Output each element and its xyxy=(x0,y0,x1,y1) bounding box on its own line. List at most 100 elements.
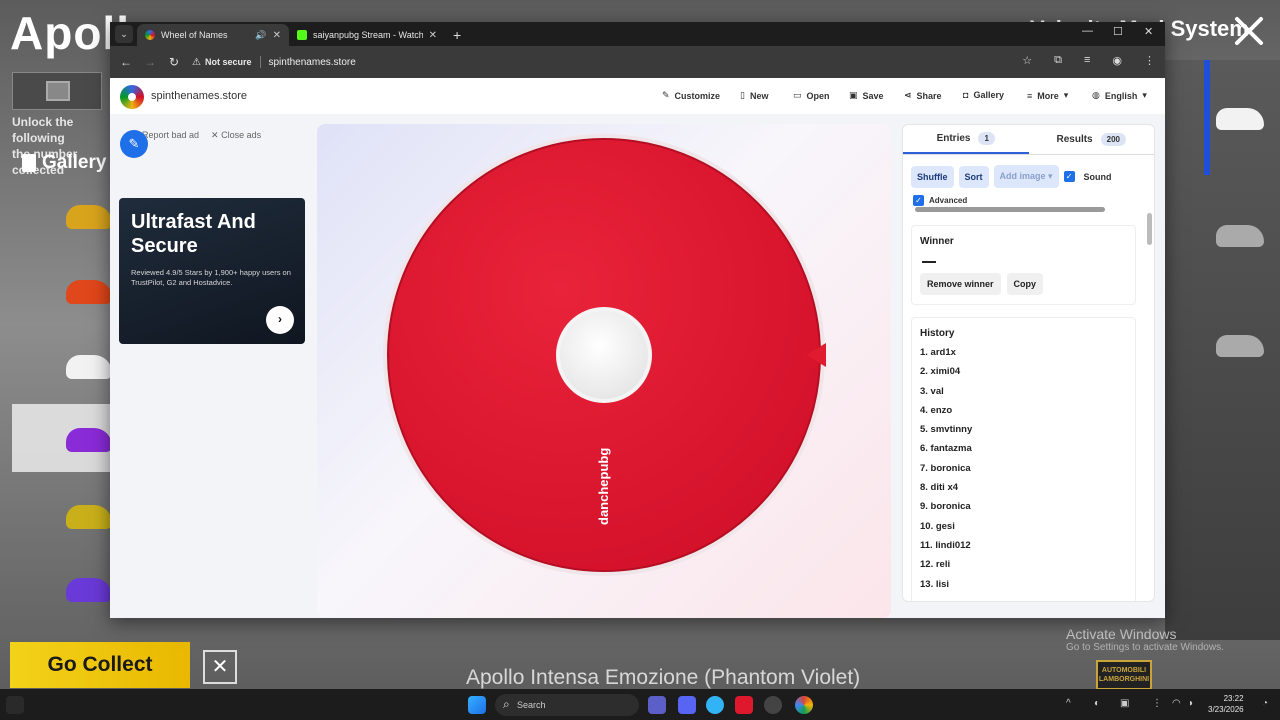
divider xyxy=(259,56,261,68)
taskbar-search-input[interactable]: Search xyxy=(495,694,639,716)
game-gallery-button[interactable]: Gallery xyxy=(22,152,106,174)
media-control-icon[interactable]: ≡ xyxy=(1084,54,1090,67)
shuffle-button[interactable]: Shuffle xyxy=(911,165,954,188)
extensions-icon[interactable]: ⧉ xyxy=(1054,54,1062,67)
menu-save[interactable]: ▣ Save xyxy=(849,90,884,101)
car-thumbnail[interactable] xyxy=(66,205,112,229)
reload-icon[interactable]: ↻ xyxy=(162,55,186,69)
teams-icon[interactable] xyxy=(648,696,666,714)
tray-chevron-icon[interactable]: ^ xyxy=(1066,698,1071,709)
tab-kick-stream[interactable]: saiyanpubg Stream - Watch Live ✕ xyxy=(289,24,445,46)
advanced-checkbox[interactable]: ✓ xyxy=(913,195,924,206)
tab-label: saiyanpubg Stream - Watch Live xyxy=(313,30,423,40)
close-window-icon[interactable]: ✕ xyxy=(1144,25,1153,38)
browser-menu-icon[interactable]: ⋮ xyxy=(1144,54,1155,67)
ad-arrow-icon[interactable]: › xyxy=(266,306,294,334)
go-collect-button[interactable]: Go Collect xyxy=(10,642,190,688)
back-icon[interactable]: ← xyxy=(114,55,138,69)
history-item: 13. lisi xyxy=(920,578,950,590)
globe-icon: ◍ xyxy=(1092,90,1100,100)
close-ads-link[interactable]: ✕ Close ads xyxy=(211,130,261,141)
car-thumbnail[interactable] xyxy=(66,280,112,304)
menu-label: Gallery xyxy=(973,90,1004,100)
scrollbar-thumb[interactable] xyxy=(1147,213,1152,245)
site-name[interactable]: spinthenames.store xyxy=(151,90,247,102)
advanced-option[interactable]: ✓ Advanced xyxy=(913,195,967,206)
minimize-icon[interactable]: — xyxy=(1082,25,1093,37)
close-tab-icon[interactable]: ✕ xyxy=(429,30,437,41)
windows-start-icon[interactable] xyxy=(468,696,486,714)
car-thumbnail[interactable] xyxy=(1216,225,1264,247)
menu-new[interactable]: ▯ New xyxy=(740,90,768,101)
menu-more[interactable]: ≡ More ▾ xyxy=(1027,90,1068,101)
tab-entries[interactable]: Entries 1 xyxy=(903,125,1029,154)
close-tab-icon[interactable]: ✕ xyxy=(273,30,281,41)
spin-wheel[interactable]: danchepubg xyxy=(382,133,826,577)
wifi-icon[interactable]: ◠ xyxy=(1172,698,1181,709)
volume-icon[interactable]: ◗ xyxy=(1188,698,1194,709)
security-chip[interactable]: ⚠ Not secure xyxy=(192,57,252,68)
brand-logo: AUTOMOBILI LAMBORGHINI xyxy=(1096,660,1152,690)
edit-pencil-icon[interactable]: ✎ xyxy=(120,130,148,158)
maximize-icon[interactable]: ☐ xyxy=(1113,25,1123,38)
tray-icon[interactable]: ▣ xyxy=(1120,698,1129,709)
add-image-button[interactable]: Add image ▾ xyxy=(993,165,1059,188)
microphone-icon[interactable]: ⋮ xyxy=(1152,698,1162,709)
car-thumbnail[interactable] xyxy=(1216,335,1264,357)
bookmark-star-icon[interactable]: ☆ xyxy=(1022,54,1032,67)
history-item: 8. diti x4 xyxy=(920,482,959,494)
results-count-badge: 200 xyxy=(1100,133,1126,146)
gift-icon[interactable] xyxy=(12,72,102,110)
menu-share[interactable]: ⋖ Share xyxy=(904,90,942,101)
chrome-icon[interactable] xyxy=(795,696,813,714)
tools-icon[interactable]: ✕ xyxy=(203,650,237,684)
site-logo-icon[interactable] xyxy=(120,85,144,109)
discord-icon[interactable] xyxy=(678,696,696,714)
menu-customize[interactable]: ✎ Customize xyxy=(662,90,720,101)
activate-windows-title: Activate Windows xyxy=(1066,626,1177,642)
tab-wheel-of-names[interactable]: Wheel of Names 🔊 ✕ xyxy=(137,24,289,46)
share-icon: ⋖ xyxy=(904,90,912,100)
wheel-hub[interactable] xyxy=(556,307,652,403)
profile-icon[interactable]: ◉ xyxy=(1112,54,1122,67)
game-gallery-label: Gallery xyxy=(42,152,107,173)
menu-open[interactable]: ▭ Open xyxy=(793,90,830,101)
tiktok-icon[interactable] xyxy=(735,696,753,714)
sound-checkbox[interactable]: ✓ xyxy=(1063,171,1075,182)
app-icon[interactable] xyxy=(706,696,724,714)
url-input[interactable]: spinthenames.store xyxy=(269,57,356,68)
menu-language[interactable]: ◍ English ▾ xyxy=(1092,90,1147,101)
side-panel: Entries 1 Results 200 Shuffle Sort Add i… xyxy=(902,124,1155,602)
notifications-icon[interactable]: ◔ xyxy=(1262,698,1268,709)
tab-results[interactable]: Results 200 xyxy=(1029,125,1155,154)
game-close-icon[interactable] xyxy=(1232,14,1266,48)
report-ad-link[interactable]: Report bad ad xyxy=(142,130,199,141)
forward-icon[interactable]: → xyxy=(138,55,162,69)
car-thumbnail[interactable] xyxy=(66,505,112,529)
car-thumbnail[interactable] xyxy=(1216,108,1264,130)
car-thumbnail[interactable] xyxy=(66,355,112,379)
car-thumbnail[interactable] xyxy=(66,578,112,602)
sort-button[interactable]: Sort xyxy=(958,165,989,188)
steam-icon[interactable] xyxy=(764,696,782,714)
tray-app-icon[interactable]: ◐ xyxy=(1094,698,1100,709)
new-tab-icon[interactable]: + xyxy=(453,27,461,43)
windows-taskbar: Search ^ ◐ ▣ ⋮ ◠ ◗ 23:22 3/23/2026 ◔ xyxy=(0,689,1280,720)
tab-search-icon[interactable]: ⌄ xyxy=(115,25,133,43)
menu-gallery[interactable]: ◘ Gallery xyxy=(963,90,1004,100)
history-item: 9. boronica xyxy=(920,501,971,513)
panel-icon[interactable] xyxy=(6,696,24,714)
panel-scrollbar[interactable] xyxy=(1147,155,1152,601)
winner-title: Winner xyxy=(920,236,954,247)
remove-winner-button[interactable]: Remove winner xyxy=(920,273,1001,295)
wheel-area: danchepubg xyxy=(317,124,891,618)
panel-tabs: Entries 1 Results 200 xyxy=(903,125,1154,155)
system-clock[interactable]: 23:22 3/23/2026 xyxy=(1208,693,1244,715)
winner-value xyxy=(922,261,936,263)
speaker-icon[interactable]: 🔊 xyxy=(255,30,266,41)
ad-card[interactable]: Ultrafast And Secure Reviewed 4.9/5 Star… xyxy=(119,198,305,344)
car-thumbnail[interactable] xyxy=(66,428,112,452)
history-item: 5. smvtinny xyxy=(920,424,973,436)
horizontal-scrollbar[interactable] xyxy=(915,207,1105,212)
copy-button[interactable]: Copy xyxy=(1006,273,1044,295)
